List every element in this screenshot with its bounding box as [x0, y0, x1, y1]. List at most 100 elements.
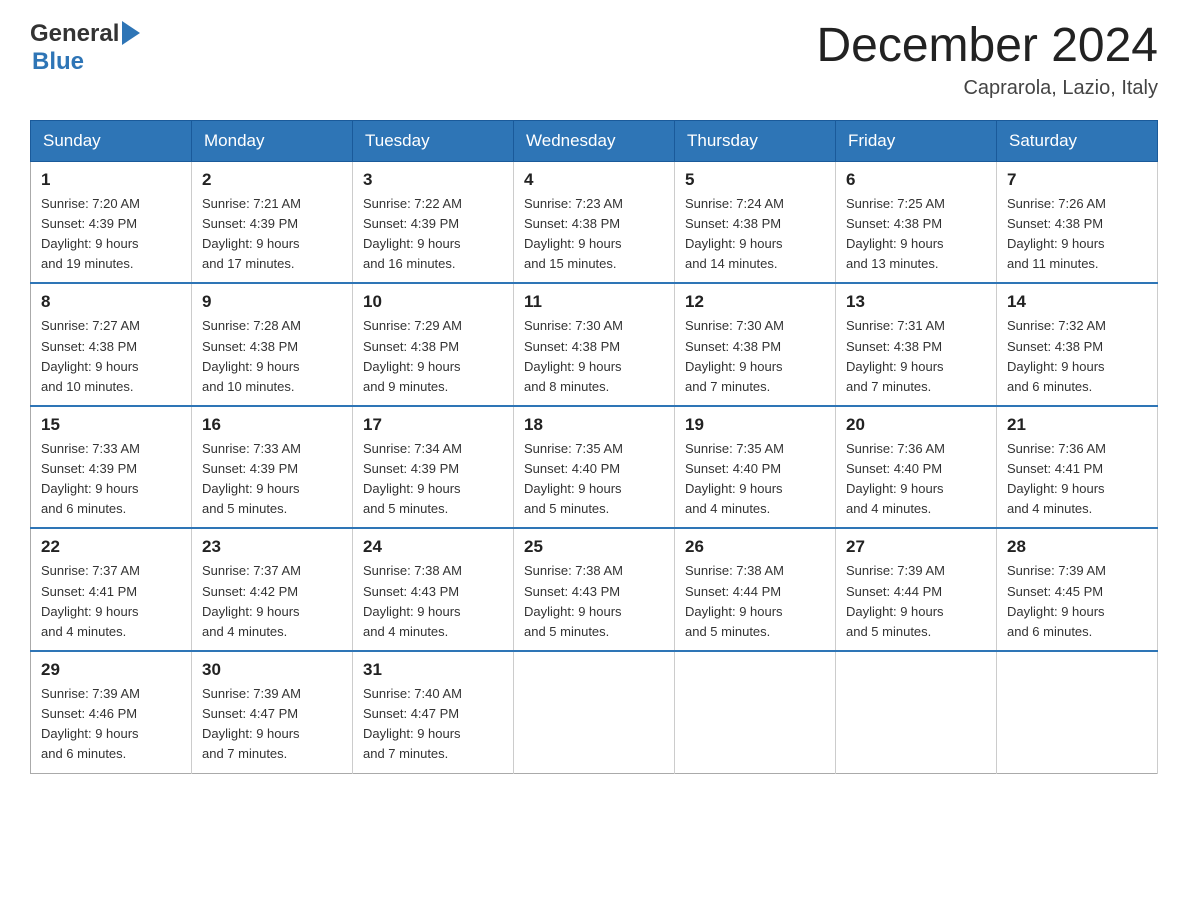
day-info: Sunrise: 7:22 AM Sunset: 4:39 PM Dayligh… [363, 194, 503, 275]
table-row [836, 651, 997, 773]
day-info: Sunrise: 7:35 AM Sunset: 4:40 PM Dayligh… [685, 439, 825, 520]
table-row: 26 Sunrise: 7:38 AM Sunset: 4:44 PM Dayl… [675, 528, 836, 651]
day-number: 8 [41, 292, 181, 312]
table-row: 2 Sunrise: 7:21 AM Sunset: 4:39 PM Dayli… [192, 161, 353, 283]
logo: General Blue [30, 20, 140, 76]
table-row: 6 Sunrise: 7:25 AM Sunset: 4:38 PM Dayli… [836, 161, 997, 283]
day-number: 7 [1007, 170, 1147, 190]
month-title: December 2024 [816, 20, 1158, 73]
table-row: 10 Sunrise: 7:29 AM Sunset: 4:38 PM Dayl… [353, 283, 514, 406]
day-info: Sunrise: 7:30 AM Sunset: 4:38 PM Dayligh… [685, 316, 825, 397]
day-info: Sunrise: 7:30 AM Sunset: 4:38 PM Dayligh… [524, 316, 664, 397]
table-row: 19 Sunrise: 7:35 AM Sunset: 4:40 PM Dayl… [675, 406, 836, 529]
day-number: 29 [41, 660, 181, 680]
day-number: 14 [1007, 292, 1147, 312]
day-info: Sunrise: 7:24 AM Sunset: 4:38 PM Dayligh… [685, 194, 825, 275]
day-number: 13 [846, 292, 986, 312]
day-number: 2 [202, 170, 342, 190]
col-sunday: Sunday [31, 120, 192, 161]
day-info: Sunrise: 7:21 AM Sunset: 4:39 PM Dayligh… [202, 194, 342, 275]
table-row: 3 Sunrise: 7:22 AM Sunset: 4:39 PM Dayli… [353, 161, 514, 283]
table-row: 11 Sunrise: 7:30 AM Sunset: 4:38 PM Dayl… [514, 283, 675, 406]
day-number: 1 [41, 170, 181, 190]
table-row: 22 Sunrise: 7:37 AM Sunset: 4:41 PM Dayl… [31, 528, 192, 651]
table-row: 17 Sunrise: 7:34 AM Sunset: 4:39 PM Dayl… [353, 406, 514, 529]
calendar-week-5: 29 Sunrise: 7:39 AM Sunset: 4:46 PM Dayl… [31, 651, 1158, 773]
day-number: 17 [363, 415, 503, 435]
day-number: 11 [524, 292, 664, 312]
table-row [514, 651, 675, 773]
table-row: 28 Sunrise: 7:39 AM Sunset: 4:45 PM Dayl… [997, 528, 1158, 651]
day-number: 16 [202, 415, 342, 435]
table-row: 8 Sunrise: 7:27 AM Sunset: 4:38 PM Dayli… [31, 283, 192, 406]
day-number: 9 [202, 292, 342, 312]
day-info: Sunrise: 7:31 AM Sunset: 4:38 PM Dayligh… [846, 316, 986, 397]
col-wednesday: Wednesday [514, 120, 675, 161]
day-number: 12 [685, 292, 825, 312]
day-info: Sunrise: 7:38 AM Sunset: 4:44 PM Dayligh… [685, 561, 825, 642]
day-number: 27 [846, 537, 986, 557]
table-row: 12 Sunrise: 7:30 AM Sunset: 4:38 PM Dayl… [675, 283, 836, 406]
table-row [997, 651, 1158, 773]
col-friday: Friday [836, 120, 997, 161]
page-header: General Blue December 2024 Caprarola, La… [30, 20, 1158, 100]
table-row: 15 Sunrise: 7:33 AM Sunset: 4:39 PM Dayl… [31, 406, 192, 529]
day-number: 23 [202, 537, 342, 557]
calendar-week-1: 1 Sunrise: 7:20 AM Sunset: 4:39 PM Dayli… [31, 161, 1158, 283]
day-number: 22 [41, 537, 181, 557]
location-text: Caprarola, Lazio, Italy [816, 77, 1158, 100]
day-info: Sunrise: 7:28 AM Sunset: 4:38 PM Dayligh… [202, 316, 342, 397]
table-row: 7 Sunrise: 7:26 AM Sunset: 4:38 PM Dayli… [997, 161, 1158, 283]
day-number: 4 [524, 170, 664, 190]
calendar-week-2: 8 Sunrise: 7:27 AM Sunset: 4:38 PM Dayli… [31, 283, 1158, 406]
day-number: 20 [846, 415, 986, 435]
calendar-table: Sunday Monday Tuesday Wednesday Thursday… [30, 120, 1158, 774]
day-info: Sunrise: 7:26 AM Sunset: 4:38 PM Dayligh… [1007, 194, 1147, 275]
day-info: Sunrise: 7:32 AM Sunset: 4:38 PM Dayligh… [1007, 316, 1147, 397]
day-info: Sunrise: 7:39 AM Sunset: 4:46 PM Dayligh… [41, 684, 181, 765]
day-info: Sunrise: 7:33 AM Sunset: 4:39 PM Dayligh… [202, 439, 342, 520]
table-row: 4 Sunrise: 7:23 AM Sunset: 4:38 PM Dayli… [514, 161, 675, 283]
day-info: Sunrise: 7:20 AM Sunset: 4:39 PM Dayligh… [41, 194, 181, 275]
day-number: 3 [363, 170, 503, 190]
day-number: 21 [1007, 415, 1147, 435]
day-info: Sunrise: 7:25 AM Sunset: 4:38 PM Dayligh… [846, 194, 986, 275]
day-info: Sunrise: 7:39 AM Sunset: 4:45 PM Dayligh… [1007, 561, 1147, 642]
table-row: 30 Sunrise: 7:39 AM Sunset: 4:47 PM Dayl… [192, 651, 353, 773]
day-info: Sunrise: 7:35 AM Sunset: 4:40 PM Dayligh… [524, 439, 664, 520]
day-info: Sunrise: 7:36 AM Sunset: 4:40 PM Dayligh… [846, 439, 986, 520]
day-info: Sunrise: 7:33 AM Sunset: 4:39 PM Dayligh… [41, 439, 181, 520]
table-row: 31 Sunrise: 7:40 AM Sunset: 4:47 PM Dayl… [353, 651, 514, 773]
table-row: 16 Sunrise: 7:33 AM Sunset: 4:39 PM Dayl… [192, 406, 353, 529]
day-number: 5 [685, 170, 825, 190]
day-info: Sunrise: 7:38 AM Sunset: 4:43 PM Dayligh… [363, 561, 503, 642]
day-number: 28 [1007, 537, 1147, 557]
table-row: 13 Sunrise: 7:31 AM Sunset: 4:38 PM Dayl… [836, 283, 997, 406]
table-row: 21 Sunrise: 7:36 AM Sunset: 4:41 PM Dayl… [997, 406, 1158, 529]
logo-general-text: General [30, 20, 119, 48]
table-row: 24 Sunrise: 7:38 AM Sunset: 4:43 PM Dayl… [353, 528, 514, 651]
day-info: Sunrise: 7:27 AM Sunset: 4:38 PM Dayligh… [41, 316, 181, 397]
day-number: 30 [202, 660, 342, 680]
day-number: 18 [524, 415, 664, 435]
logo-triangle-icon [122, 21, 140, 45]
day-number: 26 [685, 537, 825, 557]
table-row: 14 Sunrise: 7:32 AM Sunset: 4:38 PM Dayl… [997, 283, 1158, 406]
day-info: Sunrise: 7:39 AM Sunset: 4:47 PM Dayligh… [202, 684, 342, 765]
day-number: 31 [363, 660, 503, 680]
day-info: Sunrise: 7:37 AM Sunset: 4:41 PM Dayligh… [41, 561, 181, 642]
title-area: December 2024 Caprarola, Lazio, Italy [816, 20, 1158, 100]
table-row: 9 Sunrise: 7:28 AM Sunset: 4:38 PM Dayli… [192, 283, 353, 406]
day-number: 10 [363, 292, 503, 312]
day-info: Sunrise: 7:39 AM Sunset: 4:44 PM Dayligh… [846, 561, 986, 642]
col-saturday: Saturday [997, 120, 1158, 161]
logo-blue-text: Blue [32, 48, 84, 75]
day-info: Sunrise: 7:29 AM Sunset: 4:38 PM Dayligh… [363, 316, 503, 397]
day-info: Sunrise: 7:36 AM Sunset: 4:41 PM Dayligh… [1007, 439, 1147, 520]
table-row: 23 Sunrise: 7:37 AM Sunset: 4:42 PM Dayl… [192, 528, 353, 651]
table-row [675, 651, 836, 773]
day-number: 25 [524, 537, 664, 557]
day-info: Sunrise: 7:37 AM Sunset: 4:42 PM Dayligh… [202, 561, 342, 642]
table-row: 29 Sunrise: 7:39 AM Sunset: 4:46 PM Dayl… [31, 651, 192, 773]
day-number: 24 [363, 537, 503, 557]
